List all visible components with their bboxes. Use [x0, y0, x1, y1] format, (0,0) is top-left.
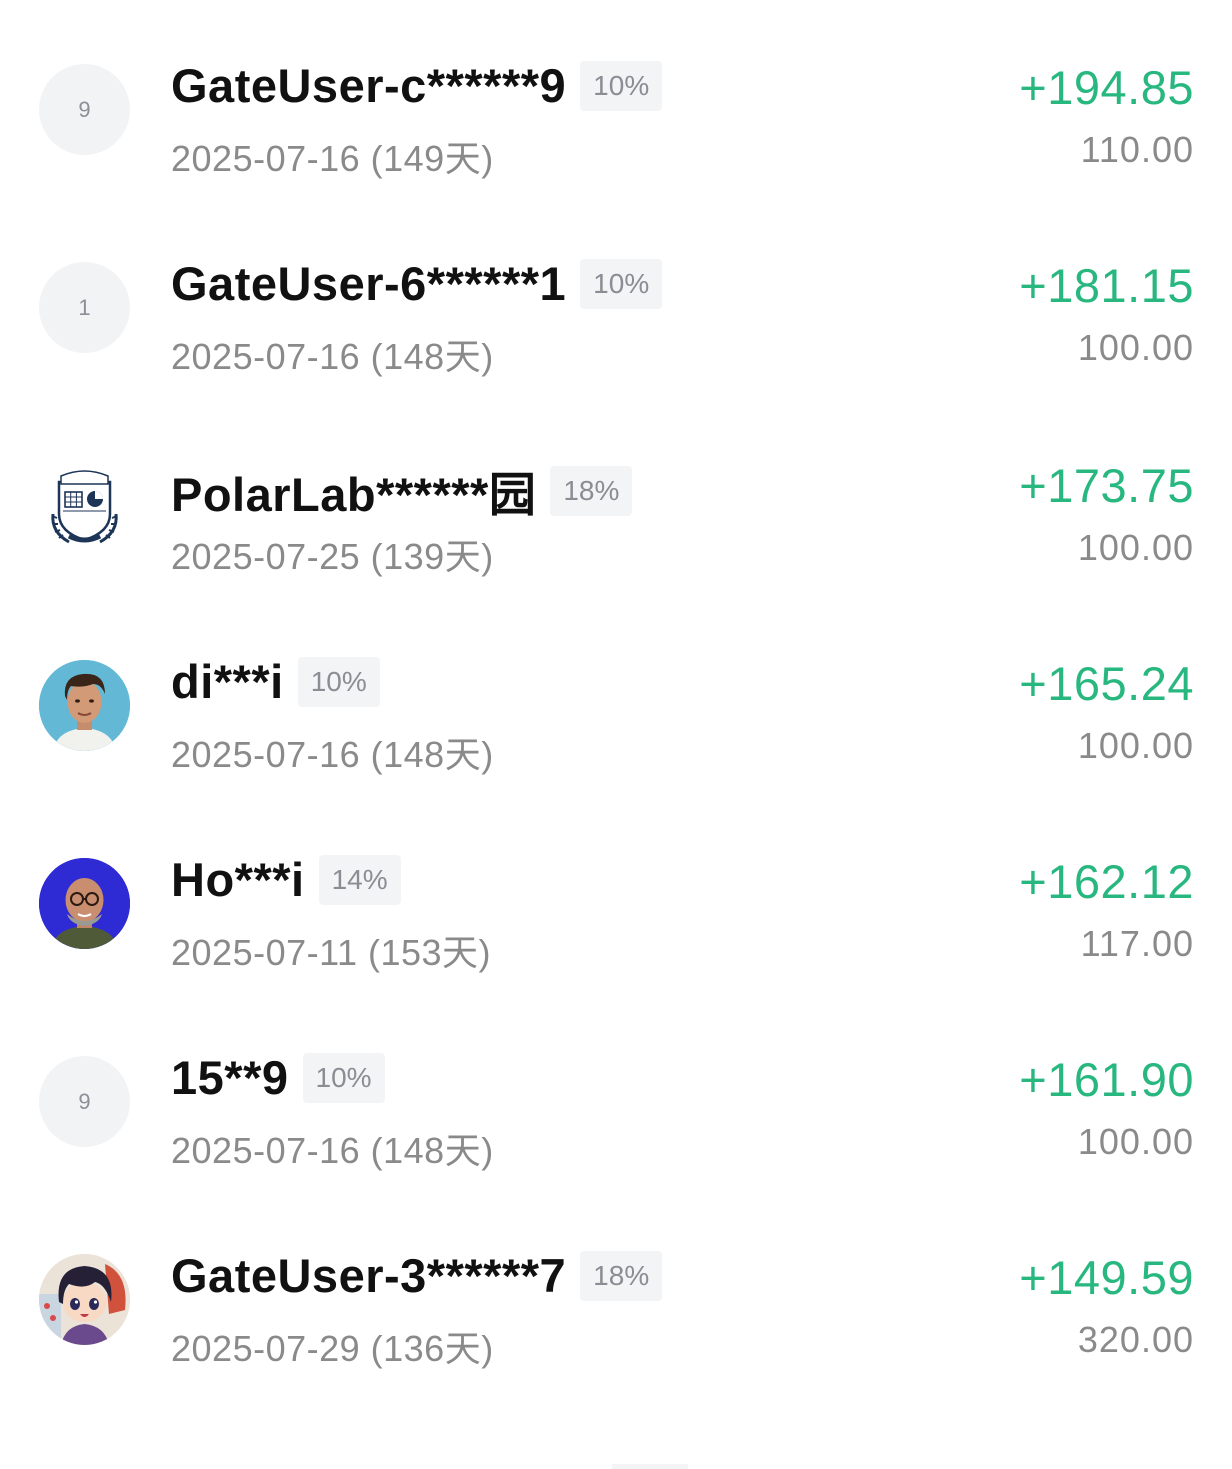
list-item[interactable]: Ho***i 14% 2025-07-11 (153天) +162.12 117…: [0, 818, 1232, 1016]
start-date: 2025-07-16 (149天): [171, 138, 494, 179]
avatar: 9: [39, 64, 130, 155]
ratio-badge: 18%: [550, 465, 633, 516]
name-line: 15**9 10%: [171, 1050, 385, 1105]
user-name[interactable]: GateUser-6******1: [171, 256, 566, 311]
profit-value: +165.24: [1019, 657, 1194, 710]
investment-amount: 110.00: [1080, 129, 1194, 170]
ratio-badge: 10%: [297, 656, 380, 707]
polar-labs-crest-icon: [39, 462, 130, 553]
user-name[interactable]: di***i: [171, 654, 284, 709]
start-date: 2025-07-16 (148天): [171, 1130, 494, 1171]
name-line: GateUser-c******9 10%: [171, 58, 663, 113]
start-date: 2025-07-16 (148天): [171, 734, 494, 775]
avatar-initial: 1: [78, 294, 91, 320]
start-date: 2025-07-25 (139天): [171, 536, 494, 577]
investment-amount: 320.00: [1077, 1319, 1194, 1360]
ratio-badge: 18%: [580, 1250, 663, 1301]
name-line: PolarLab******园 18%: [171, 456, 633, 525]
ratio-badge: 10%: [302, 1052, 385, 1103]
profit-value: +181.15: [1019, 259, 1194, 312]
investment-amount: 117.00: [1080, 923, 1194, 964]
list-item[interactable]: 1 GateUser-6******1 10% 2025-07-16 (148天…: [0, 222, 1232, 420]
profit-value: +162.12: [1019, 855, 1194, 908]
start-date: 2025-07-16 (148天): [171, 336, 494, 377]
avatar-initial: 9: [78, 96, 91, 122]
investment-amount: 100.00: [1077, 527, 1194, 568]
start-date: 2025-07-29 (136天): [171, 1328, 494, 1369]
profit-value: +194.85: [1019, 61, 1194, 114]
investment-amount: 100.00: [1077, 1121, 1194, 1162]
name-line: GateUser-3******7 18%: [171, 1248, 663, 1303]
start-date: 2025-07-11 (153天): [171, 932, 492, 973]
ratio-badge: 10%: [580, 258, 663, 309]
user-name[interactable]: GateUser-3******7: [171, 1248, 566, 1303]
avatar-initial: 9: [78, 1088, 91, 1114]
ratio-badge: 14%: [318, 854, 401, 905]
profit-value: +161.90: [1019, 1053, 1194, 1106]
profit-value: +149.59: [1019, 1251, 1194, 1304]
user-name[interactable]: PolarLab******园: [171, 456, 536, 525]
list-item[interactable]: PolarLab******园 18% 2025-07-25 (139天) +1…: [0, 422, 1232, 620]
name-line: GateUser-6******1 10%: [171, 256, 663, 311]
user-name[interactable]: GateUser-c******9: [171, 58, 566, 113]
bald-man-glasses-portrait-icon: [39, 858, 130, 949]
list-item[interactable]: di***i 10% 2025-07-16 (148天) +165.24 100…: [0, 620, 1232, 818]
name-line: di***i 10%: [171, 654, 380, 709]
list-item[interactable]: GateUser-3******7 18% 2025-07-29 (136天) …: [0, 1214, 1232, 1412]
next-item-edge: [612, 1464, 688, 1469]
user-name[interactable]: Ho***i: [171, 852, 305, 907]
name-line: Ho***i 14%: [171, 852, 401, 907]
list-item[interactable]: 9 15**9 10% 2025-07-16 (148天) +161.90 10…: [0, 1016, 1232, 1214]
avatar: 9: [39, 1056, 130, 1147]
investment-amount: 100.00: [1077, 725, 1194, 766]
young-man-portrait-icon: [39, 660, 130, 751]
investment-amount: 100.00: [1077, 327, 1194, 368]
ratio-badge: 10%: [580, 60, 663, 111]
avatar: 1: [39, 262, 130, 353]
list-item[interactable]: 9 GateUser-c******9 10% 2025-07-16 (149天…: [0, 24, 1232, 222]
anime-character-icon: [39, 1254, 130, 1345]
profit-value: +173.75: [1019, 459, 1194, 512]
user-name[interactable]: 15**9: [171, 1050, 289, 1105]
